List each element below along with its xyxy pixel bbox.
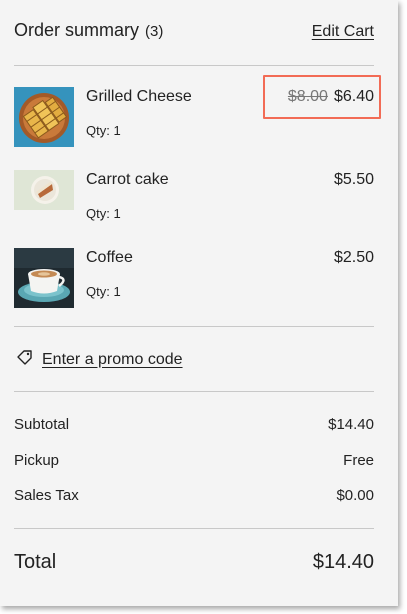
cart-item: Coffee Qty: 1 $2.50: [14, 248, 374, 310]
item-count: (3): [145, 23, 164, 40]
item-price: $2.50: [333, 249, 374, 266]
tag-icon: [16, 348, 34, 371]
item-name: Grilled Cheese: [86, 88, 192, 105]
order-summary-header: Order summary (3) Edit Cart: [14, 20, 374, 41]
item-quantity: Qty: 1: [86, 206, 121, 221]
divider: [14, 65, 374, 66]
total-row: Total $14.40: [14, 551, 374, 574]
price-highlight-box: [263, 75, 381, 119]
subtotal-label: Subtotal: [14, 416, 70, 433]
grilled-cheese-image: [14, 87, 74, 147]
cart-item: Carrot cake Qty: 1 $5.50: [14, 170, 374, 232]
divider: [14, 326, 374, 327]
sales-tax-label: Sales Tax: [14, 487, 79, 504]
subtotal-value: $14.40: [328, 416, 374, 433]
pickup-value: Free: [343, 452, 374, 469]
carrot-cake-image: [14, 170, 74, 210]
order-summary-title: Order summary: [14, 20, 140, 40]
item-quantity: Qty: 1: [86, 284, 121, 299]
order-summary-panel: Order summary (3) Edit Cart Grilled Chee…: [0, 0, 398, 606]
divider: [14, 528, 374, 529]
total-label: Total: [14, 551, 57, 573]
promo-code-link[interactable]: Enter a promo code: [16, 348, 183, 371]
pickup-label: Pickup: [14, 452, 60, 469]
item-name: Coffee: [86, 249, 133, 266]
sales-tax-value: $0.00: [336, 487, 374, 504]
pickup-row: Pickup Free: [14, 452, 374, 469]
item-quantity: Qty: 1: [86, 123, 121, 138]
coffee-image: [14, 248, 74, 308]
edit-cart-link[interactable]: Edit Cart: [312, 23, 374, 41]
subtotal-row: Subtotal $14.40: [14, 416, 374, 433]
order-summary-heading: Order summary (3): [14, 20, 163, 41]
divider: [14, 391, 374, 392]
total-value: $14.40: [312, 551, 374, 573]
item-name: Carrot cake: [86, 171, 169, 188]
item-price: $5.50: [333, 171, 374, 188]
promo-code-label: Enter a promo code: [42, 350, 183, 368]
sales-tax-row: Sales Tax $0.00: [14, 487, 374, 504]
